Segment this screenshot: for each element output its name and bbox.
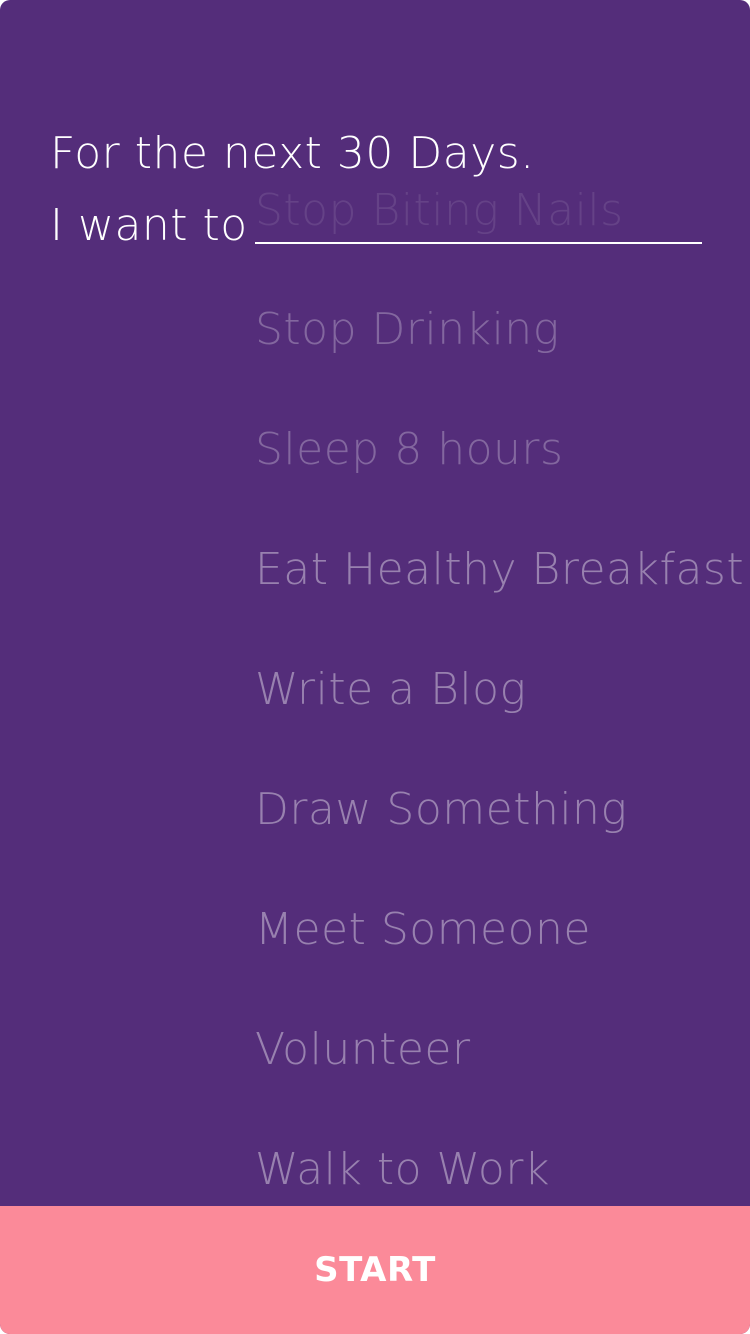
goal-input-placeholder: Stop Biting Nails bbox=[255, 185, 624, 236]
suggestion-item[interactable]: Meet Someone bbox=[255, 900, 750, 1020]
suggestion-item[interactable]: Volunteer bbox=[255, 1020, 750, 1140]
suggestion-item[interactable]: Write a Blog bbox=[255, 660, 750, 780]
suggestion-item[interactable]: Stop Drinking bbox=[255, 300, 750, 420]
goal-setup-screen: For the next 30 Days. I want to Stop Bit… bbox=[0, 0, 750, 1334]
start-button[interactable]: START bbox=[0, 1206, 750, 1334]
suggestion-item[interactable]: Sleep 8 hours bbox=[255, 420, 750, 540]
heading-line-1: For the next 30 Days. bbox=[50, 128, 535, 179]
goal-input[interactable]: Stop Biting Nails bbox=[255, 180, 702, 244]
heading-line-2: I want to bbox=[50, 200, 248, 251]
suggestion-list: Stop Drinking Sleep 8 hours Eat Healthy … bbox=[255, 300, 750, 1260]
suggestion-item[interactable]: Eat Healthy Breakfast bbox=[255, 540, 750, 660]
suggestion-item[interactable]: Draw Something bbox=[255, 780, 750, 900]
